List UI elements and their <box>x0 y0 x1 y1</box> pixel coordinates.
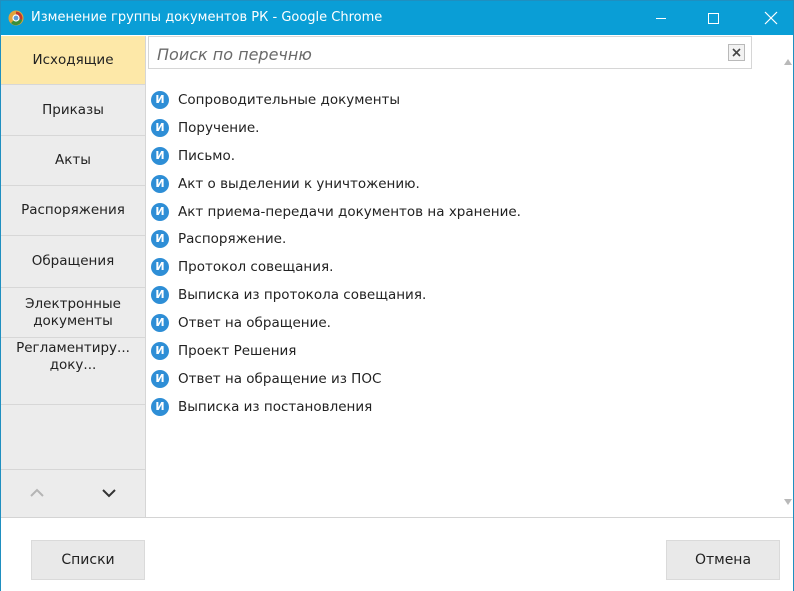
window-title: Изменение группы документов РК - Google … <box>31 10 383 25</box>
lists-button[interactable]: Списки <box>31 540 145 580</box>
close-icon <box>732 48 741 57</box>
sidebar-item-electronic-documents[interactable]: Электронные документы <box>1 288 145 338</box>
sidebar-item-orders[interactable]: Приказы <box>1 85 145 136</box>
chevron-up-icon <box>30 488 44 497</box>
list-item-label: Распоряжение. <box>178 231 287 248</box>
sidebar-item-label: Приказы <box>42 101 104 118</box>
list-item[interactable]: И Акт о выделении к уничтожению. <box>151 170 741 198</box>
badge-icon: И <box>151 118 169 137</box>
badge-icon: И <box>151 369 169 388</box>
list-item[interactable]: И Акт приема-передачи документов на хране… <box>151 198 741 226</box>
sidebar-item-label: Обращения <box>31 253 115 269</box>
sidebar-item-label: Исходящие <box>32 51 114 68</box>
chrome-app-icon <box>8 10 24 26</box>
list-item-label: Ответ на обращение. <box>178 315 331 332</box>
cancel-button[interactable]: Отмена <box>666 540 780 580</box>
list-item-label: Выписка из протокола совещания. <box>178 287 427 304</box>
list-item[interactable]: И Письмо. <box>151 142 741 170</box>
sidebar-item-outgoing[interactable]: Исходящие <box>1 36 145 85</box>
list-item-label: Ответ на обращение из ПОС <box>178 370 382 387</box>
badge-icon: И <box>151 202 169 221</box>
list-item[interactable]: И Ответ на обращение. <box>151 309 741 337</box>
dialog-footer: Списки Отмена <box>1 517 793 591</box>
list-item[interactable]: И Протокол совещания. <box>151 253 741 281</box>
minimize-icon <box>656 18 666 19</box>
search-box <box>148 36 752 69</box>
badge-icon: И <box>151 230 169 249</box>
minimize-button[interactable] <box>639 1 683 35</box>
clear-search-button[interactable] <box>728 44 745 61</box>
sidebar-item-label: Электронные документы <box>25 295 121 329</box>
close-window-button[interactable] <box>749 1 793 35</box>
list-item[interactable]: И Выписка из постановления <box>151 393 741 421</box>
list-item-label: Проект Решения <box>178 342 297 359</box>
main-panel: ИСопроводительные документы ИПоручение. … <box>146 36 793 517</box>
badge-icon: И <box>151 258 169 277</box>
sidebar-item-regulatory-documents[interactable]: Регламентиру... доку... <box>1 338 145 405</box>
sidebar-item-label: Регламентиру... доку... <box>16 340 130 373</box>
list-item-label: Выписка из постановления <box>178 398 373 415</box>
list-item-label: Акт приема-передачи документов на хранен… <box>178 203 521 220</box>
scroll-arrow-up-icon[interactable] <box>783 57 793 67</box>
close-icon <box>764 11 778 25</box>
scroll-arrow-down-icon[interactable] <box>783 497 793 507</box>
scroll-up-button[interactable] <box>1 470 73 516</box>
list-item[interactable]: И Проект Решения <box>151 337 741 365</box>
sidebar-item-label: Распоряжения <box>21 202 125 218</box>
document-group-list: И Сопроводительные документы И Поручение. … <box>151 86 741 421</box>
dialog-window: Изменение группы документов РК - Google … <box>0 0 794 591</box>
title-bar: Изменение группы документов РК - Google … <box>1 1 793 35</box>
list-item-label: Акт о выделении к уничтожению. <box>178 175 420 192</box>
list-scrollbar[interactable] <box>783 53 793 516</box>
sidebar-item-label: Акты <box>55 152 91 168</box>
search-input[interactable] <box>155 41 719 67</box>
badge-icon: И <box>151 397 169 416</box>
list-item[interactable]: И Распоряжение. <box>151 225 741 253</box>
sidebar-item-directives[interactable]: Распоряжения <box>1 186 145 236</box>
list-item-label: Протокол совещания. <box>178 259 334 276</box>
scroll-down-button[interactable] <box>73 470 145 516</box>
maximize-icon <box>708 13 719 24</box>
sidebar-nav <box>1 469 145 516</box>
list-item[interactable]: И Поручение. <box>151 114 741 142</box>
list-item-label: Сопроводительные документы <box>178 91 401 108</box>
sidebar: Исходящие Приказы Акты Распоряжения Обра… <box>1 36 146 517</box>
sidebar-item-appeals[interactable]: Обращения <box>1 236 145 288</box>
maximize-button[interactable] <box>691 1 735 35</box>
list-item[interactable]: И Сопроводительные документы <box>151 86 741 114</box>
badge-icon: И <box>151 174 169 193</box>
badge-icon: И <box>151 146 169 165</box>
badge-icon: И <box>151 90 169 109</box>
chevron-down-icon <box>102 489 116 498</box>
badge-icon: И <box>151 286 169 305</box>
list-item[interactable]: И Выписка из протокола совещания. <box>151 281 741 309</box>
list-item[interactable]: И Ответ на обращение из ПОС <box>151 365 741 393</box>
badge-icon: И <box>151 314 169 333</box>
list-item-label: Письмо. <box>178 147 236 164</box>
sidebar-item-acts[interactable]: Акты <box>1 136 145 186</box>
list-item-label: Поручение. <box>178 119 260 136</box>
badge-icon: И <box>151 341 169 360</box>
